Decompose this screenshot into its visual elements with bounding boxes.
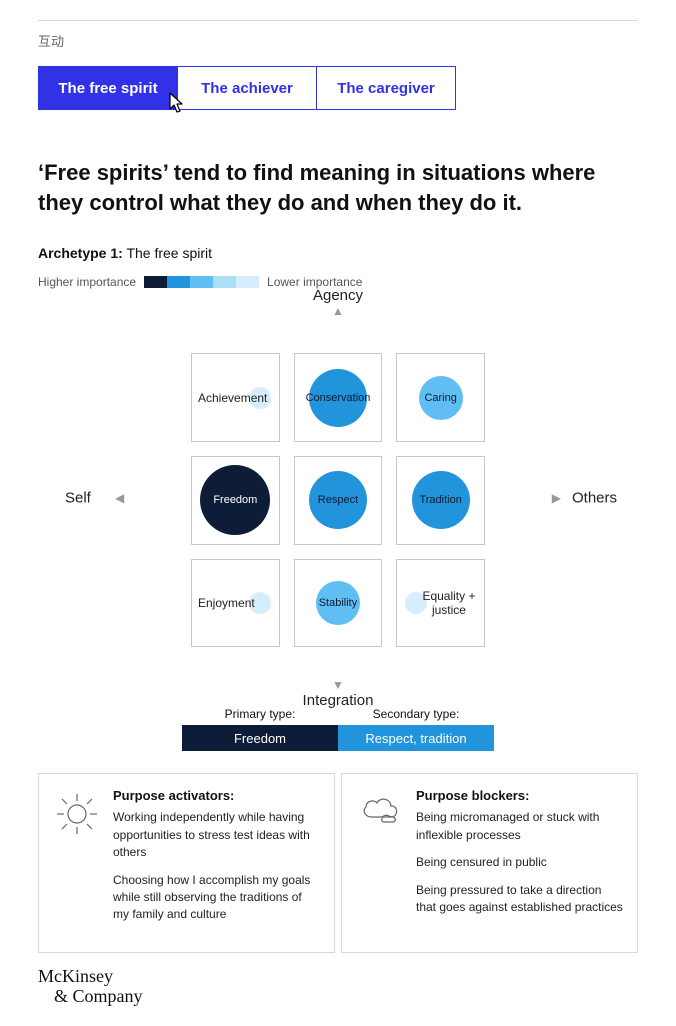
arrow-up-icon: ▲: [332, 305, 344, 317]
purpose-blockers-box: Purpose blockers: Being micromanaged or …: [341, 773, 638, 952]
divider: [38, 20, 638, 21]
blockers-title: Purpose blockers:: [416, 788, 623, 803]
axis-left-label: Self: [65, 490, 91, 507]
activators-title: Purpose activators:: [113, 788, 320, 803]
axis-bottom-label: Integration: [303, 692, 374, 709]
legend-swatches: [144, 276, 259, 288]
archetype-name: The free spirit: [126, 245, 212, 261]
importance-dot: Tradition: [412, 471, 470, 529]
brand-line-1: McKinsey: [38, 967, 638, 987]
grid-3x3: Achievement Conservation Caring Freedom Resp…: [191, 353, 485, 647]
tab-the-achiever[interactable]: The achiever: [177, 66, 317, 110]
primary-type-value: Freedom: [182, 725, 338, 751]
sun-icon: [55, 792, 99, 836]
arrow-left-icon: ◀: [115, 492, 124, 504]
secondary-type-heading: Secondary type:: [338, 707, 494, 721]
archetype-prefix: Archetype 1:: [38, 245, 123, 261]
importance-dot: Conservation: [309, 369, 367, 427]
archetype-tabs: The free spiritThe achieverThe caregiver: [38, 66, 638, 110]
cell-label: Achievement: [198, 391, 267, 405]
arrow-down-icon: ▼: [332, 679, 344, 691]
axis-top-label: Agency: [313, 287, 363, 304]
legend-swatch: [190, 276, 213, 288]
blocker-item: Being censured in public: [416, 854, 623, 871]
legend-left-label: Higher importance: [38, 275, 136, 289]
purpose-activators-box: Purpose activators: Working independentl…: [38, 773, 335, 952]
importance-dot: Freedom: [200, 465, 270, 535]
cloud-icon: [358, 792, 402, 824]
headline: ‘Free spirits’ tend to find meaning in s…: [38, 158, 638, 217]
cell-achievement: Achievement: [191, 353, 280, 442]
activator-item: Choosing how I accomplish my goals while…: [113, 872, 320, 924]
kicker-label: 互动: [38, 31, 638, 50]
mckinsey-logo: McKinsey & Company: [38, 967, 638, 1007]
cell-label: Enjoyment: [198, 596, 255, 610]
blocker-item: Being micromanaged or stuck with inflexi…: [416, 809, 623, 844]
importance-dot: Respect: [309, 471, 367, 529]
cell-caring: Caring: [396, 353, 485, 442]
cell-stability: Stability: [294, 559, 383, 648]
cell-respect: Respect: [294, 456, 383, 545]
cell-label: Equality + justice: [420, 589, 478, 617]
tab-the-caregiver[interactable]: The caregiver: [316, 66, 456, 110]
primary-type-heading: Primary type:: [182, 707, 338, 721]
cell-freedom: Freedom: [191, 456, 280, 545]
importance-dot: Stability: [316, 581, 360, 625]
secondary-type-value: Respect, tradition: [338, 725, 494, 751]
legend-swatch: [213, 276, 236, 288]
cell-equality-justice: Equality + justice: [396, 559, 485, 648]
cell-tradition: Tradition: [396, 456, 485, 545]
blocker-item: Being pressured to take a direction that…: [416, 882, 623, 917]
axis-right-label: Others: [572, 490, 617, 507]
legend-swatch: [167, 276, 190, 288]
activator-item: Working independently while having oppor…: [113, 809, 320, 861]
cell-conservation: Conservation: [294, 353, 383, 442]
importance-dot: Caring: [419, 376, 463, 420]
cell-enjoyment: Enjoyment: [191, 559, 280, 648]
archetype-subhead: Archetype 1: The free spirit: [38, 245, 638, 261]
legend-swatch: [236, 276, 259, 288]
arrow-right-icon: ▶: [552, 492, 561, 504]
meaning-grid-diagram: Agency Integration Self Others ▲ ▼ ◀ ▶ A…: [123, 313, 553, 683]
brand-line-2: & Company: [54, 987, 638, 1007]
legend-swatch: [144, 276, 167, 288]
tab-the-free-spirit[interactable]: The free spirit: [38, 66, 178, 110]
